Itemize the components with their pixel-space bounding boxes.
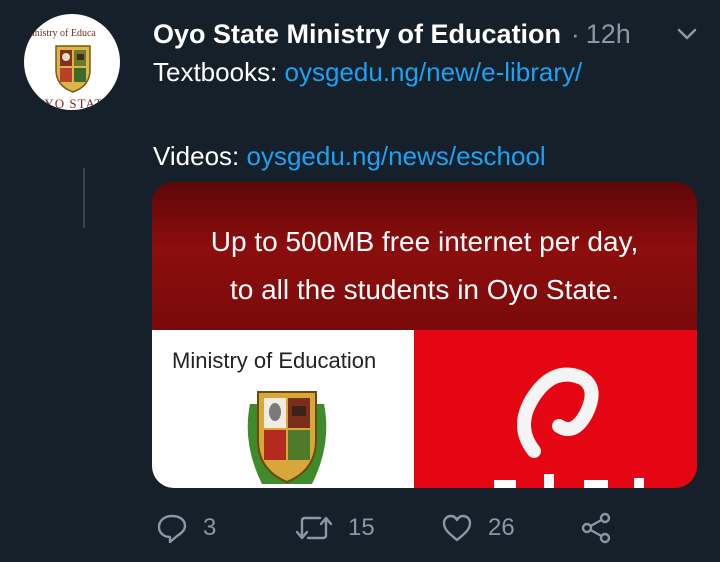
videos-line: Videos: oysgedu.ng/news/eschool bbox=[153, 138, 582, 174]
ministry-panel: Ministry of Education bbox=[152, 330, 414, 488]
heart-icon bbox=[442, 514, 472, 542]
separator: · bbox=[571, 18, 580, 49]
author-name[interactable]: Oyo State Ministry of Education bbox=[153, 19, 561, 50]
reply-count: 3 bbox=[203, 514, 217, 541]
airtel-wordmark-partial bbox=[494, 474, 644, 488]
reply-button[interactable]: 3 bbox=[155, 508, 216, 548]
avatar[interactable]: inistry of Educa OYO STATE bbox=[24, 14, 120, 110]
media-banner: Up to 500MB free internet per day, to al… bbox=[152, 182, 697, 330]
like-count: 26 bbox=[488, 514, 515, 541]
timestamp[interactable]: 12h bbox=[586, 19, 631, 50]
textbooks-label: Textbooks: bbox=[153, 57, 285, 87]
videos-label: Videos: bbox=[153, 141, 247, 171]
coat-of-arms-icon bbox=[55, 45, 91, 93]
reply-icon bbox=[157, 514, 187, 544]
retweet-button[interactable]: 15 bbox=[294, 508, 375, 548]
tweet-actions: 3 15 26 bbox=[155, 508, 700, 548]
retweet-count: 15 bbox=[348, 514, 375, 541]
textbooks-link[interactable]: oysgedu.ng/new/e-library/ bbox=[285, 57, 583, 87]
textbooks-line: Textbooks: oysgedu.ng/new/e-library/ bbox=[153, 54, 582, 90]
airtel-logo-icon bbox=[517, 367, 599, 458]
media-headline-line1: Up to 500MB free internet per day, bbox=[210, 226, 639, 257]
tweet-header: Oyo State Ministry of Education · 12h bbox=[153, 14, 700, 54]
ministry-panel-label: Ministry of Education bbox=[172, 348, 377, 373]
tweet-media-image[interactable]: Up to 500MB free internet per day, to al… bbox=[152, 182, 697, 488]
videos-link[interactable]: oysgedu.ng/news/eschool bbox=[246, 141, 545, 171]
chevron-down-icon[interactable] bbox=[674, 21, 700, 47]
avatar-ring-text: inistry of Educa bbox=[32, 28, 96, 39]
like-button[interactable]: 26 bbox=[440, 508, 515, 548]
airtel-panel bbox=[414, 330, 697, 488]
share-button[interactable] bbox=[579, 508, 627, 548]
thread-line bbox=[83, 168, 85, 228]
media-headline-line2: to all the students in Oyo State. bbox=[229, 274, 620, 305]
retweet-icon bbox=[295, 516, 333, 540]
coat-of-arms-icon bbox=[247, 391, 327, 484]
share-icon bbox=[581, 512, 611, 544]
avatar-state-text: OYO STATE bbox=[34, 96, 113, 110]
tweet-text: Textbooks: oysgedu.ng/new/e-library/ Vid… bbox=[153, 54, 582, 174]
